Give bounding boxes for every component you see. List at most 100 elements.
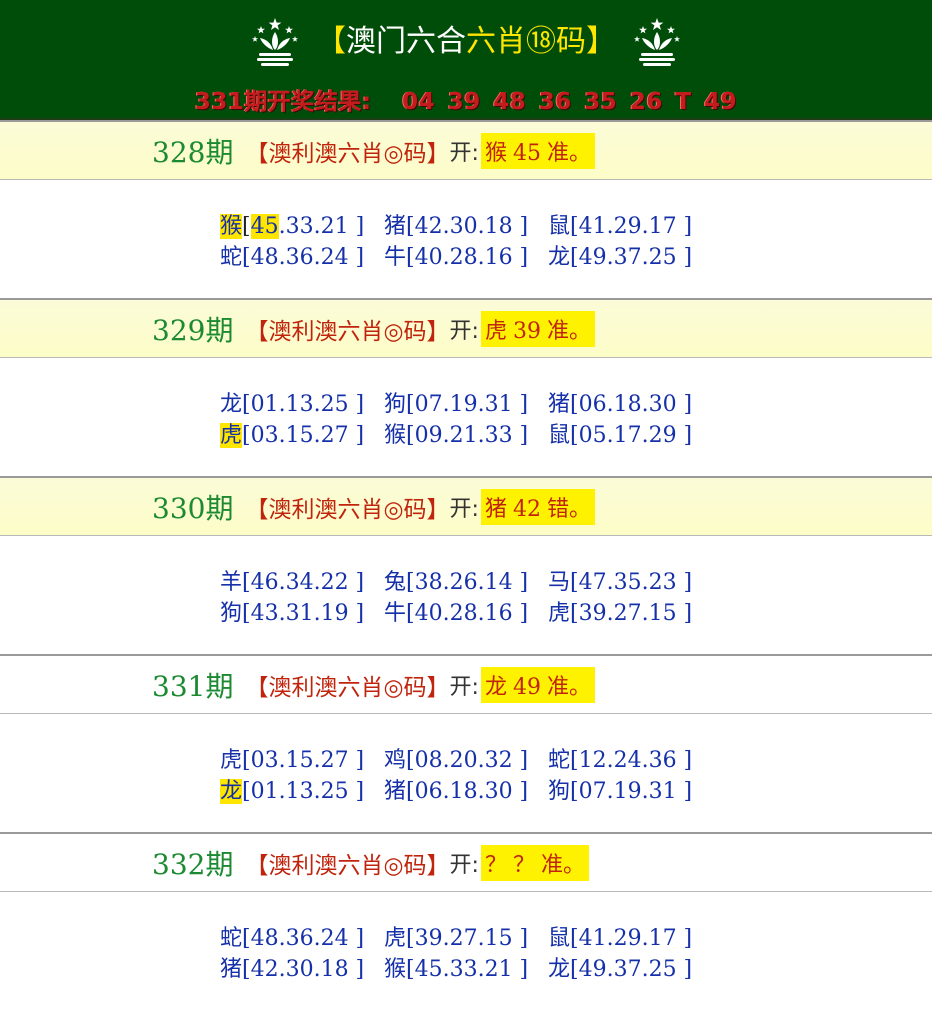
draw-number: 35: [584, 89, 618, 115]
number-list: [08.20.32 ]: [406, 748, 529, 773]
prediction-row: 龙[01.13.25 ] 猪[06.18.30 ] 狗[07.19.31 ]: [220, 773, 708, 805]
prediction-cell: 狗[07.19.31 ]: [548, 773, 708, 805]
draw-number: 48: [493, 89, 527, 115]
prediction-cell: 猪[42.30.18 ]: [220, 951, 384, 983]
result-number: ？: [512, 853, 535, 878]
prediction-cell: 马[47.35.23 ]: [548, 564, 708, 596]
result-status: 准。: [546, 319, 591, 344]
number-list: [38.26.14 ]: [406, 570, 529, 595]
highlighted-number: 45: [250, 214, 279, 239]
period-number: 332期: [152, 848, 234, 881]
zodiac-label: 猴: [384, 957, 407, 982]
prediction-grid: 猴[45.33.21 ] 猪[42.30.18 ] 鼠[41.29.17 ] 蛇[48…: [0, 180, 932, 298]
zodiac-label: 羊: [220, 570, 243, 595]
page: 【澳门六合六肖⑱码】 331期开奖结果: 04 39 48 36 35 26 T…: [0, 0, 932, 1010]
period-header-content: 330期 【澳利澳六肖◎码】 开: 猪 42 错。: [152, 478, 595, 536]
page-title: 【澳门六合六肖⑱码】: [316, 24, 616, 59]
zodiac-label: 猪: [384, 779, 407, 804]
draw-result: 331期开奖结果: 04 39 48 36 35 26 T 49: [0, 82, 932, 116]
zodiac-label: 蛇: [548, 748, 571, 773]
prediction-cell: 虎[03.15.27 ]: [220, 417, 384, 449]
title-row: 【澳门六合六肖⑱码】: [0, 12, 932, 72]
zodiac-label: 蛇: [220, 245, 243, 270]
period-header-content: 328期 【澳利澳六肖◎码】 开: 猴 45 准。: [152, 122, 595, 180]
result-number: 49: [512, 675, 541, 700]
period-result-badge: ？？准。: [480, 845, 589, 881]
draw-result-label: 331期开奖结果:: [194, 89, 372, 115]
prediction-cell: 牛[40.28.16 ]: [384, 595, 548, 627]
period-number: 329期: [152, 314, 234, 347]
zodiac-label: 猪: [220, 957, 243, 982]
prediction-row: 猴[45.33.21 ] 猪[42.30.18 ] 鼠[41.29.17 ]: [220, 208, 708, 240]
prediction-cell: 牛[40.28.16 ]: [384, 239, 548, 271]
prediction-cell: 猪[42.30.18 ]: [384, 208, 548, 240]
zodiac-label: 鼠: [548, 926, 571, 951]
zodiac-label: 虎: [548, 601, 571, 626]
prediction-cell: 狗[43.31.19 ]: [220, 595, 384, 627]
prediction-cell: 虎[39.27.15 ]: [384, 920, 548, 952]
prediction-cell: 鼠[41.29.17 ]: [548, 920, 708, 952]
zodiac-label: 狗: [384, 392, 407, 417]
period-header-content: 329期 【澳利澳六肖◎码】 开: 虎 39 准。: [152, 300, 595, 358]
draw-number: 39: [447, 89, 481, 115]
prediction-cell: 猪[06.18.30 ]: [384, 773, 548, 805]
number-list: [42.30.18 ]: [242, 957, 365, 982]
prediction-row: 猪[42.30.18 ] 猴[45.33.21 ] 龙[49.37.25 ]: [220, 951, 708, 983]
number-list: [46.34.22 ]: [242, 570, 365, 595]
prediction-row: 虎[03.15.27 ] 猴[09.21.33 ] 鼠[05.17.29 ]: [220, 417, 708, 449]
zodiac-label: 猪: [548, 392, 571, 417]
result-zodiac: ？: [484, 853, 507, 878]
number-list: [45.33.21 ]: [406, 957, 529, 982]
prediction-row: 龙[01.13.25 ] 狗[07.19.31 ] 猪[06.18.30 ]: [220, 386, 708, 418]
prediction-cell: 猴[45.33.21 ]: [220, 208, 384, 240]
period-number: 331期: [152, 670, 234, 703]
result-status: 错。: [546, 497, 591, 522]
zodiac-label: 虎: [220, 423, 243, 448]
number-list: .33.21 ]: [278, 214, 365, 239]
result-zodiac: 虎: [484, 319, 507, 344]
prediction-cell: 龙[01.13.25 ]: [220, 773, 384, 805]
period-result-badge: 猪 42 错。: [480, 489, 595, 525]
header-banner: 【澳门六合六肖⑱码】 331期开奖结果: 04 39 48 36 35 26 T…: [0, 0, 932, 120]
prediction-cell: 鼠[05.17.29 ]: [548, 417, 708, 449]
number-list: [12.24.36 ]: [570, 748, 693, 773]
result-zodiac: 龙: [484, 675, 507, 700]
bracket-open: [: [242, 214, 251, 239]
number-list: [43.31.19 ]: [242, 601, 365, 626]
zodiac-label: 猪: [384, 214, 407, 239]
prediction-cell: 猴[45.33.21 ]: [384, 951, 548, 983]
prediction-row: 虎[03.15.27 ] 鸡[08.20.32 ] 蛇[12.24.36 ]: [220, 742, 708, 774]
prediction-row: 蛇[48.36.24 ] 牛[40.28.16 ] 龙[49.37.25 ]: [220, 239, 708, 271]
period-label: 【澳利澳六肖◎码】: [245, 675, 450, 701]
period-label: 【澳利澳六肖◎码】: [245, 319, 450, 345]
prediction-cell: 蛇[12.24.36 ]: [548, 742, 708, 774]
draw-special-marker: T: [675, 89, 692, 115]
zodiac-label: 牛: [384, 601, 407, 626]
number-list: [09.21.33 ]: [406, 423, 529, 448]
open-label: 开:: [449, 675, 479, 700]
prediction-cell: 蛇[48.36.24 ]: [220, 239, 384, 271]
number-list: [49.37.25 ]: [570, 245, 693, 270]
period-number: 328期: [152, 136, 234, 169]
draw-number: 36: [538, 89, 572, 115]
number-list: [39.27.15 ]: [570, 601, 693, 626]
number-list: [07.19.31 ]: [406, 392, 529, 417]
zodiac-label: 狗: [548, 779, 571, 804]
prediction-cell: 羊[46.34.22 ]: [220, 564, 384, 596]
result-number: 42: [512, 497, 541, 522]
period-header-content: 331期 【澳利澳六肖◎码】 开: 龙 49 准。: [152, 656, 595, 714]
zodiac-label: 狗: [220, 601, 243, 626]
zodiac-label: 龙: [220, 392, 243, 417]
prediction-row: 羊[46.34.22 ] 兔[38.26.14 ] 马[47.35.23 ]: [220, 564, 708, 596]
zodiac-label: 兔: [384, 570, 407, 595]
number-list: [06.18.30 ]: [570, 392, 693, 417]
prediction-cell: 虎[03.15.27 ]: [220, 742, 384, 774]
result-status: 准。: [546, 141, 591, 166]
period-header: 332期 【澳利澳六肖◎码】 开:？？准。: [0, 832, 932, 892]
prediction-cell: 鼠[41.29.17 ]: [548, 208, 708, 240]
prediction-cell: 虎[39.27.15 ]: [548, 595, 708, 627]
zodiac-label: 牛: [384, 245, 407, 270]
prediction-cell: 猴[09.21.33 ]: [384, 417, 548, 449]
period-result-badge: 猴 45 准。: [480, 133, 595, 169]
prediction-grid: 虎[03.15.27 ] 鸡[08.20.32 ] 蛇[12.24.36 ] 龙[01…: [0, 714, 932, 832]
